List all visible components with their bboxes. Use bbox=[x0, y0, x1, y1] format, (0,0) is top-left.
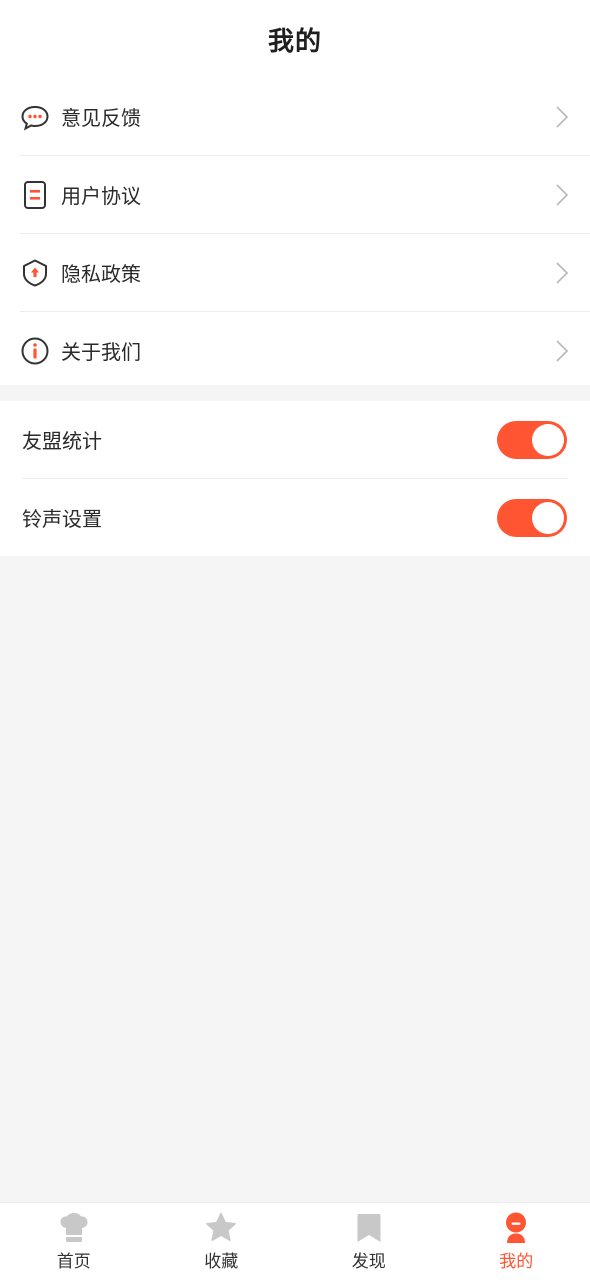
chevron-right-icon bbox=[556, 339, 569, 362]
menu-item-feedback[interactable]: 意见反馈 bbox=[20, 78, 590, 156]
setting-label: 铃声设置 bbox=[22, 507, 102, 531]
app-root: 我的 意见反馈 用户协议 隐私政策 关于我们 友盟统计 铃声设置 首页 收藏 发… bbox=[0, 0, 590, 1280]
menu-item-label: 用户协议 bbox=[61, 184, 141, 208]
ringtone-toggle[interactable] bbox=[497, 498, 567, 537]
menu-item-user-agreement[interactable]: 用户协议 bbox=[20, 156, 590, 234]
tab-label: 收藏 bbox=[204, 1252, 239, 1272]
page-header: 我的 bbox=[0, 0, 590, 78]
menu-item-about-us[interactable]: 关于我们 bbox=[20, 312, 590, 389]
chevron-right-icon bbox=[556, 183, 569, 206]
menu-item-privacy-policy[interactable]: 隐私政策 bbox=[20, 234, 590, 312]
tab-favorites[interactable]: 收藏 bbox=[148, 1203, 296, 1280]
star-icon bbox=[206, 1212, 237, 1241]
menu-item-label: 关于我们 bbox=[61, 340, 141, 364]
chevron-right-icon bbox=[556, 261, 569, 284]
bottom-tab-bar: 首页 收藏 发现 我的 bbox=[0, 1202, 590, 1280]
toggle-knob bbox=[532, 423, 564, 456]
setting-umeng-analytics: 友盟统计 bbox=[22, 401, 568, 479]
tab-home[interactable]: 首页 bbox=[0, 1203, 148, 1280]
toggle-knob bbox=[532, 501, 564, 534]
shield-icon bbox=[20, 258, 50, 288]
info-icon bbox=[20, 336, 50, 366]
tab-discover[interactable]: 发现 bbox=[295, 1203, 443, 1280]
menu-item-label: 隐私政策 bbox=[61, 262, 141, 286]
setting-ringtone: 铃声设置 bbox=[22, 479, 568, 556]
tab-label: 发现 bbox=[351, 1252, 386, 1272]
tab-label: 首页 bbox=[56, 1252, 91, 1272]
umeng-analytics-toggle[interactable] bbox=[497, 420, 567, 459]
page-title: 我的 bbox=[267, 26, 322, 57]
document-icon bbox=[20, 180, 50, 210]
menu-item-label: 意见反馈 bbox=[61, 106, 141, 130]
setting-label: 友盟统计 bbox=[22, 429, 102, 453]
menu-list: 意见反馈 用户协议 隐私政策 关于我们 bbox=[0, 78, 590, 385]
profile-icon bbox=[506, 1212, 527, 1243]
tab-mine[interactable]: 我的 bbox=[443, 1203, 590, 1280]
chef-hat-icon bbox=[60, 1213, 88, 1242]
tab-label: 我的 bbox=[499, 1252, 534, 1272]
feedback-chat-icon bbox=[20, 102, 50, 132]
settings-list: 友盟统计 铃声设置 bbox=[0, 401, 590, 556]
bookmark-icon bbox=[357, 1214, 381, 1242]
chevron-right-icon bbox=[556, 105, 569, 128]
